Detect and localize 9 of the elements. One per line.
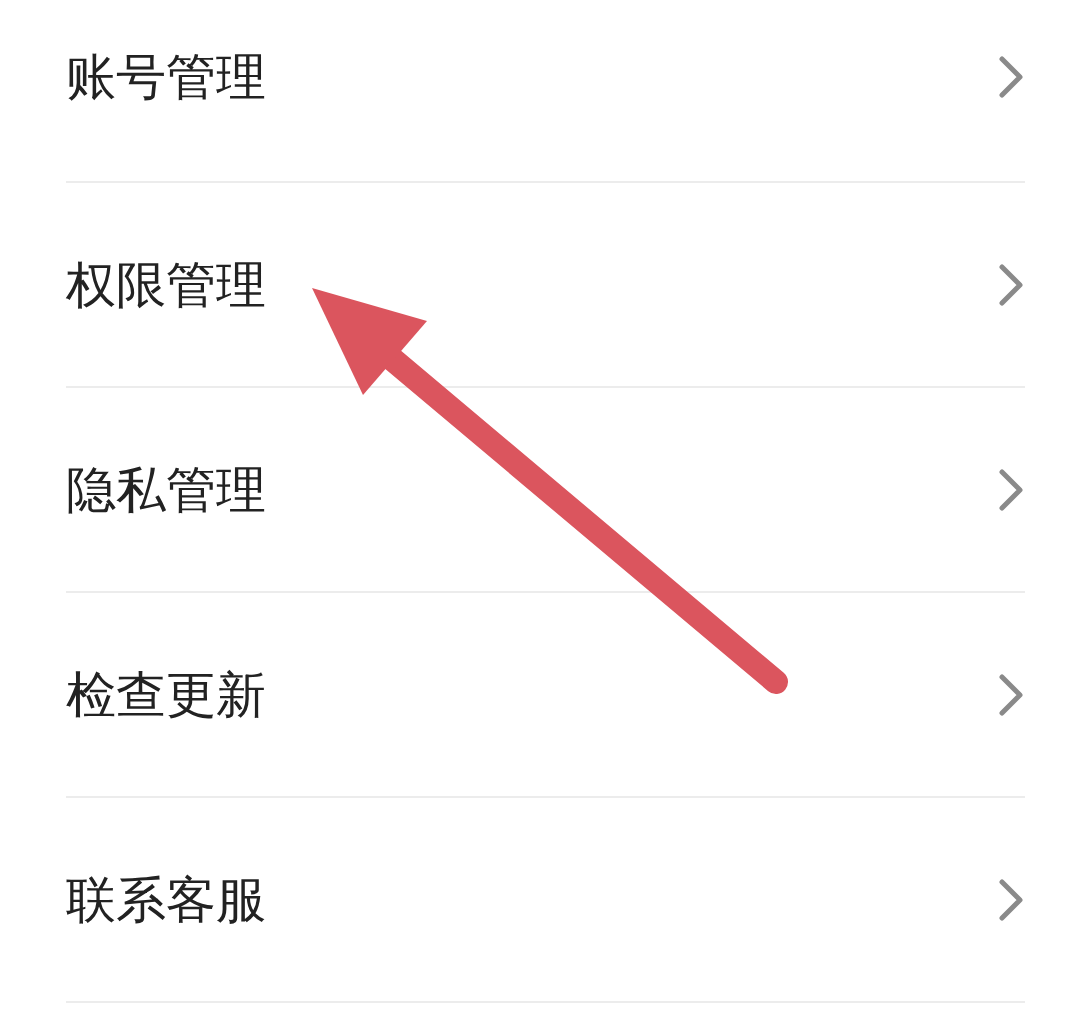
chevron-right-icon xyxy=(997,467,1025,512)
menu-item[interactable]: 联系客服 xyxy=(66,798,1025,1003)
chevron-right-icon xyxy=(997,55,1025,99)
menu-item[interactable]: 隐私管理 xyxy=(66,388,1025,593)
chevron-right-icon xyxy=(997,877,1025,922)
menu-item[interactable]: 账号管理 xyxy=(66,0,1025,183)
chevron-right-icon xyxy=(997,262,1025,307)
menu-item[interactable]: 检查更新 xyxy=(66,593,1025,798)
chevron-right-icon xyxy=(997,672,1025,717)
